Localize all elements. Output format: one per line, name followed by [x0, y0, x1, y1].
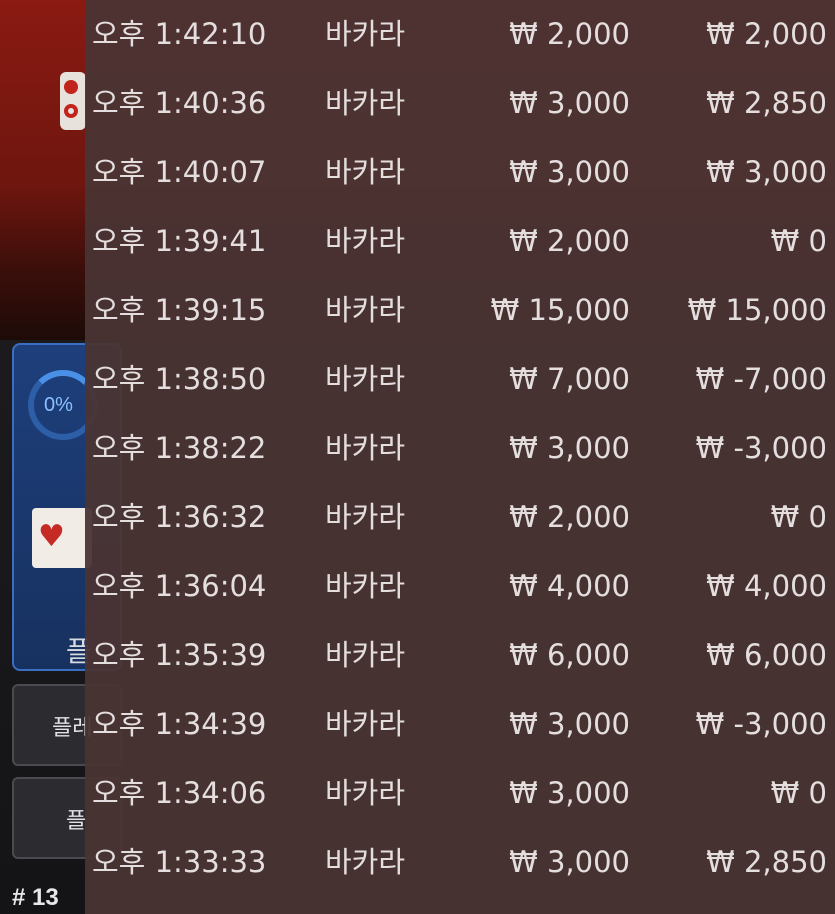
history-time: 오후 1:36:32 [92, 500, 267, 534]
history-game: 바카라 [325, 776, 406, 810]
history-row[interactable]: 오후 1:40:36 바카라 ₩ 3,000 ₩ 2,850 [85, 69, 835, 138]
history-game: 바카라 [325, 638, 406, 672]
history-row[interactable]: 오후 1:42:10 바카라 ₩ 2,000 ₩ 2,000 [85, 0, 835, 69]
history-bet-amount: ₩ 2,000 [509, 500, 630, 534]
history-row[interactable]: 오후 1:36:04 바카라 ₩ 4,000 ₩ 4,000 [85, 552, 835, 621]
history-result-amount: ₩ 2,000 [706, 17, 827, 51]
history-result-amount: ₩ 0 [770, 500, 827, 534]
history-bet-amount: ₩ 3,000 [509, 86, 630, 120]
history-game: 바카라 [325, 224, 406, 258]
history-time: 오후 1:39:15 [92, 293, 267, 327]
history-result-amount: ₩ 2,850 [706, 86, 827, 120]
history-game: 바카라 [325, 707, 406, 741]
history-bet-amount: ₩ 3,000 [509, 431, 630, 465]
bet-history-list[interactable]: 오후 1:42:10 바카라 ₩ 2,000 ₩ 2,000 오후 1:40:3… [85, 0, 835, 914]
history-game: 바카라 [325, 293, 406, 327]
history-time: 오후 1:40:36 [92, 86, 267, 120]
history-time: 오후 1:42:10 [92, 17, 267, 51]
history-time: 오후 1:35:39 [92, 638, 267, 672]
history-row[interactable]: 오후 1:38:22 바카라 ₩ 3,000 ₩ -3,000 [85, 414, 835, 483]
history-game: 바카라 [325, 362, 406, 396]
history-row[interactable]: 오후 1:34:39 바카라 ₩ 3,000 ₩ -3,000 [85, 690, 835, 759]
round-number: # 13 [12, 884, 59, 911]
history-row[interactable]: 오후 1:36:32 바카라 ₩ 2,000 ₩ 0 [85, 483, 835, 552]
history-time: 오후 1:33:33 [92, 845, 267, 879]
player-bonus-button-label: 플 [66, 809, 87, 834]
history-bet-amount: ₩ 6,000 [509, 638, 630, 672]
history-bet-amount: ₩ 3,000 [509, 776, 630, 810]
history-bet-amount: ₩ 7,000 [509, 362, 630, 396]
playing-card: ♥ [32, 508, 92, 568]
history-result-amount: ₩ 2,850 [706, 845, 827, 879]
heart-suit-icon: ♥ [38, 519, 65, 554]
history-row[interactable]: 오후 1:39:41 바카라 ₩ 2,000 ₩ 0 [85, 207, 835, 276]
history-time: 오후 1:39:41 [92, 224, 267, 258]
history-time: 오후 1:36:04 [92, 569, 267, 603]
history-result-amount: ₩ -3,000 [695, 707, 827, 741]
history-result-amount: ₩ 0 [770, 224, 827, 258]
history-row[interactable]: 오후 1:39:15 바카라 ₩ 15,000 ₩ 15,000 [85, 276, 835, 345]
history-bet-amount: ₩ 3,000 [509, 707, 630, 741]
history-result-amount: ₩ -7,000 [695, 362, 827, 396]
history-row[interactable]: 오후 1:34:06 바카라 ₩ 3,000 ₩ 0 [85, 759, 835, 828]
card-logo-icon [60, 72, 86, 130]
history-result-amount: ₩ 15,000 [687, 293, 827, 327]
history-time: 오후 1:34:06 [92, 776, 267, 810]
history-game: 바카라 [325, 569, 406, 603]
history-time: 오후 1:34:39 [92, 707, 267, 741]
history-row[interactable]: 오후 1:33:33 바카라 ₩ 3,000 ₩ 2,850 [85, 828, 835, 897]
history-result-amount: ₩ 4,000 [706, 569, 827, 603]
history-row[interactable]: 오후 1:40:07 바카라 ₩ 3,000 ₩ 3,000 [85, 138, 835, 207]
history-result-amount: ₩ -3,000 [695, 431, 827, 465]
history-row[interactable]: 오후 1:38:50 바카라 ₩ 7,000 ₩ -7,000 [85, 345, 835, 414]
history-game: 바카라 [325, 86, 406, 120]
history-bet-amount: ₩ 2,000 [509, 224, 630, 258]
history-game: 바카라 [325, 155, 406, 189]
history-time: 오후 1:38:22 [92, 431, 267, 465]
history-bet-amount: ₩ 4,000 [509, 569, 630, 603]
history-game: 바카라 [325, 845, 406, 879]
history-time: 오후 1:38:50 [92, 362, 267, 396]
history-result-amount: ₩ 6,000 [706, 638, 827, 672]
history-bet-amount: ₩ 3,000 [509, 845, 630, 879]
history-game: 바카라 [325, 17, 406, 51]
history-row[interactable]: 오후 1:35:39 바카라 ₩ 6,000 ₩ 6,000 [85, 621, 835, 690]
history-bet-amount: ₩ 15,000 [490, 293, 630, 327]
history-game: 바카라 [325, 500, 406, 534]
history-bet-amount: ₩ 2,000 [509, 17, 630, 51]
history-bet-amount: ₩ 3,000 [509, 155, 630, 189]
history-result-amount: ₩ 0 [770, 776, 827, 810]
progress-label: 0% [44, 394, 73, 416]
history-time: 오후 1:40:07 [92, 155, 267, 189]
history-game: 바카라 [325, 431, 406, 465]
history-result-amount: ₩ 3,000 [706, 155, 827, 189]
